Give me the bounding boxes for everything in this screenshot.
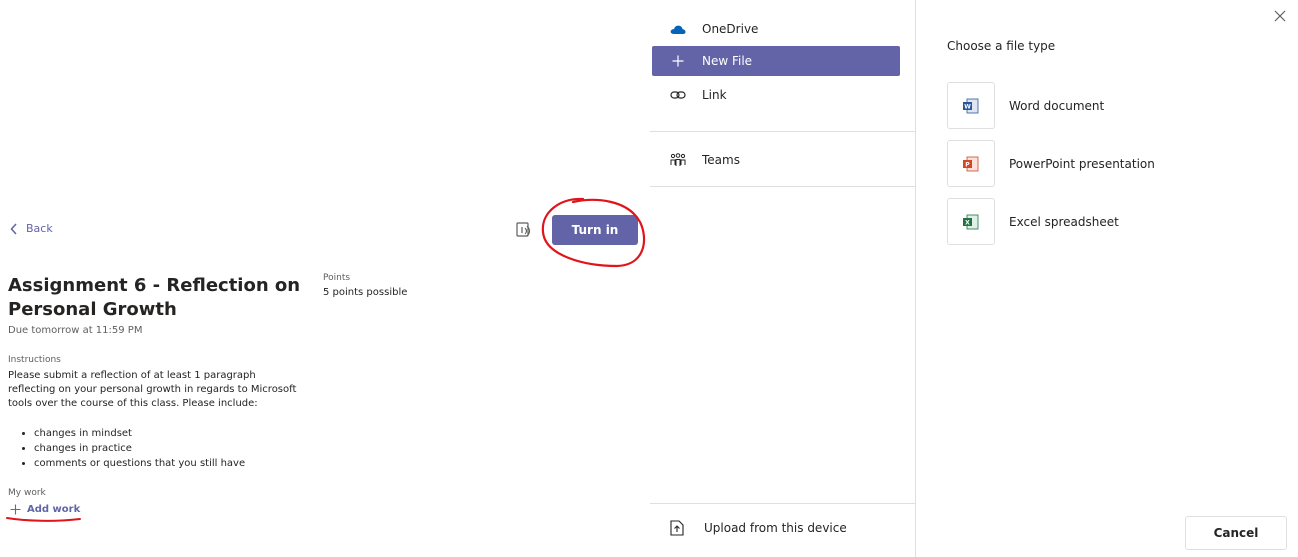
divider <box>650 131 915 132</box>
file-type-label: Word document <box>1009 98 1105 113</box>
svg-text:X: X <box>965 219 970 226</box>
word-icon: W <box>947 82 995 129</box>
svg-text:W: W <box>964 103 971 110</box>
file-type-label: Excel spreadsheet <box>1009 214 1119 229</box>
teams-icon <box>670 152 686 168</box>
file-type-label: PowerPoint presentation <box>1009 156 1155 171</box>
chevron-left-icon <box>10 222 17 235</box>
instructions-text: Please submit a reflection of at least 1… <box>8 370 297 409</box>
assignment-title: Assignment 6 - Reflection on Personal Gr… <box>8 275 301 320</box>
svg-text:P: P <box>965 161 970 168</box>
due-date: Due tomorrow at 11:59 PM <box>8 325 143 336</box>
instructions-label: Instructions <box>8 355 61 365</box>
close-icon[interactable] <box>1272 8 1288 24</box>
list-item: changes in mindset <box>34 426 245 441</box>
list-item: changes in practice <box>34 441 245 456</box>
file-type-word[interactable]: W Word document <box>947 82 1104 129</box>
source-item-teams[interactable]: Teams <box>652 145 900 175</box>
assignment-pane: Back Turn in Assignment 6 - Reflection o… <box>0 0 650 557</box>
upload-from-device-button[interactable]: Upload from this device <box>670 520 847 536</box>
plus-icon <box>10 504 21 515</box>
onedrive-icon <box>670 21 686 37</box>
add-work-button[interactable]: Add work <box>10 504 80 515</box>
source-item-link[interactable]: Link <box>652 80 900 110</box>
link-icon <box>670 87 686 103</box>
source-item-onedrive[interactable]: OneDrive <box>652 14 900 44</box>
source-item-label: Teams <box>702 153 740 167</box>
add-work-underline-annotation <box>6 517 81 522</box>
turn-in-button[interactable]: Turn in <box>552 215 638 245</box>
upload-icon <box>670 520 684 536</box>
source-item-label: New File <box>702 54 753 68</box>
divider <box>650 186 915 187</box>
add-work-label: Add work <box>27 504 81 515</box>
cancel-button[interactable]: Cancel <box>1185 516 1287 550</box>
back-label: Back <box>26 222 53 235</box>
choose-file-type-heading: Choose a file type <box>947 39 1056 53</box>
points-label: Points <box>323 273 351 283</box>
file-type-powerpoint[interactable]: P PowerPoint presentation <box>947 140 1155 187</box>
powerpoint-icon: P <box>947 140 995 187</box>
source-item-label: Link <box>702 88 727 102</box>
source-item-new-file[interactable]: New File <box>652 46 900 76</box>
file-type-excel[interactable]: X Excel spreadsheet <box>947 198 1119 245</box>
back-link[interactable]: Back <box>10 222 53 235</box>
excel-icon: X <box>947 198 995 245</box>
list-item: comments or questions that you still hav… <box>34 456 245 471</box>
divider <box>650 503 915 504</box>
my-work-label: My work <box>8 488 46 498</box>
source-pane: OneDrive New File Link Teams Upload from… <box>650 0 916 557</box>
immersive-reader-icon[interactable] <box>514 220 534 240</box>
plus-icon <box>670 53 686 69</box>
points-value: 5 points possible <box>323 287 408 298</box>
instructions-list: changes in mindset changes in practice c… <box>8 426 245 471</box>
source-item-label: OneDrive <box>702 22 759 36</box>
file-type-pane: Choose a file type W Word document P Pow… <box>916 0 1298 557</box>
upload-label: Upload from this device <box>704 521 847 535</box>
